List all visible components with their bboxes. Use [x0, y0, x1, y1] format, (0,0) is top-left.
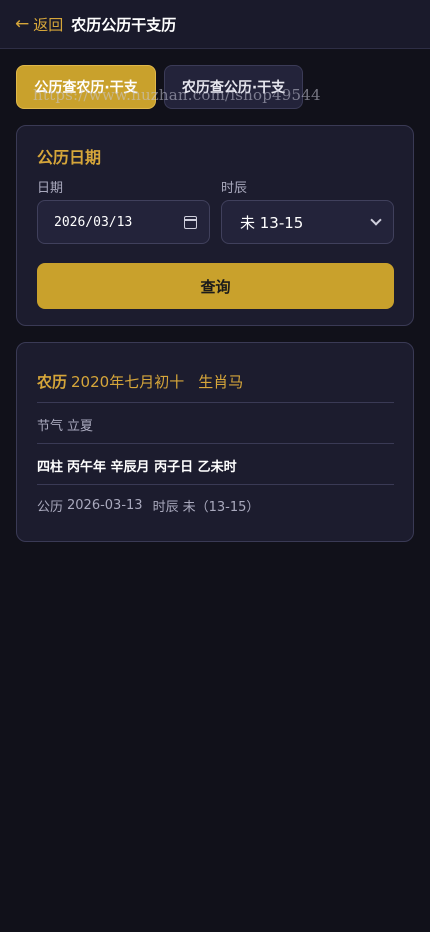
back-label: 返回	[33, 15, 64, 34]
date-value: 2026/03/13	[54, 214, 133, 230]
date-input[interactable]: 2026/03/13	[37, 200, 210, 244]
hour-select-value: 未 13-15	[240, 213, 304, 232]
result-card: 农历 2020年七月初十 生肖马 节气 立夏 四柱 丙午年 辛辰月 丙子日 乙未…	[16, 342, 414, 542]
tab-solar-to-lunar[interactable]: 公历查农历·干支	[16, 65, 156, 109]
divider	[37, 443, 394, 444]
hour-select[interactable]: 未 13-15	[221, 200, 394, 244]
page-title: 农历公历干支历	[71, 15, 177, 34]
solar-label: 公历	[37, 499, 64, 515]
pillars-value: 丙午年 辛辰月 丙子日 乙未时	[67, 459, 237, 475]
result-hour-value: 未（13-15）	[182, 499, 260, 515]
back-arrow-icon: ←	[15, 13, 30, 34]
lunar-date: 2020年七月初十	[71, 372, 185, 391]
result-hour-label: 时辰	[152, 499, 179, 515]
four-pillars-row: 四柱 丙午年 辛辰月 丙子日 乙未时	[37, 456, 394, 475]
solar-date-form: 公历日期 日期 2026/03/13 时辰 未 13-15 查询	[16, 125, 414, 326]
term-value: 立夏	[67, 418, 94, 434]
solar-date-row: 公历 2026-03-13 时辰 未（13-15）	[37, 496, 394, 515]
hour-label: 时辰	[221, 181, 248, 196]
lunar-date-row: 农历 2020年七月初十 生肖马	[37, 371, 394, 391]
tab-lunar-to-solar[interactable]: 农历查公历·干支	[164, 65, 303, 109]
divider	[37, 402, 394, 403]
top-bar: ← 返回 农历公历干支历	[0, 0, 430, 49]
back-button[interactable]: ← 返回	[15, 14, 63, 35]
calendar-icon[interactable]	[184, 215, 197, 229]
divider	[37, 484, 394, 485]
date-label: 日期	[37, 181, 64, 196]
query-button[interactable]: 查询	[37, 263, 394, 309]
term-label: 节气	[37, 418, 64, 434]
lunar-label: 农历	[37, 372, 68, 391]
pillars-label: 四柱	[37, 459, 64, 475]
zodiac: 生肖马	[198, 372, 244, 391]
chevron-down-icon	[370, 214, 382, 226]
solar-value: 2026-03-13	[67, 497, 143, 513]
form-title: 公历日期	[37, 148, 102, 167]
solar-term-row: 节气 立夏	[37, 415, 394, 434]
